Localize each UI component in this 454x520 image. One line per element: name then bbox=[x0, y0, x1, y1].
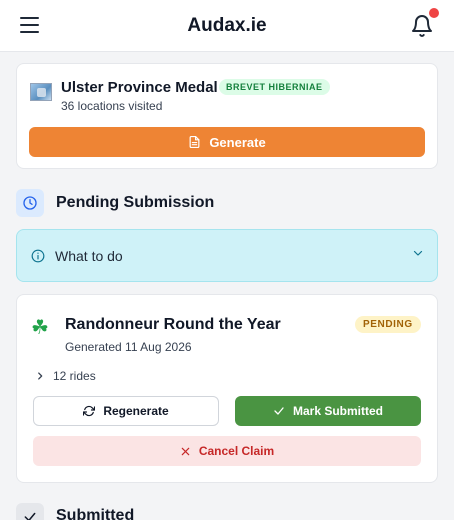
mark-submitted-button[interactable]: Mark Submitted bbox=[235, 396, 421, 426]
claim-title: Randonneur Round the Year bbox=[65, 316, 281, 333]
medal-card: Ulster Province Medal BREVET HIBERNIAE 3… bbox=[16, 63, 438, 169]
refresh-icon bbox=[83, 405, 96, 417]
x-icon bbox=[181, 447, 190, 455]
cancel-claim-button[interactable]: Cancel Claim bbox=[33, 436, 421, 466]
notification-dot bbox=[429, 8, 439, 18]
check-icon bbox=[274, 407, 284, 415]
what-to-do-toggle[interactable]: What to do bbox=[16, 229, 438, 282]
generate-button[interactable]: Generate bbox=[29, 127, 425, 157]
info-icon bbox=[31, 249, 45, 263]
pending-section-icon bbox=[16, 189, 44, 217]
shamrock-icon: ☘ bbox=[31, 317, 49, 339]
status-badge: PENDING bbox=[355, 316, 421, 333]
document-icon bbox=[189, 135, 200, 149]
ulster-flag-icon bbox=[30, 83, 52, 101]
chevron-right-icon bbox=[38, 372, 43, 380]
clock-icon bbox=[23, 196, 37, 210]
what-to-do-label: What to do bbox=[55, 248, 123, 264]
submitted-section-icon bbox=[16, 503, 44, 520]
regenerate-button[interactable]: Regenerate bbox=[33, 396, 219, 426]
chevron-down-icon bbox=[413, 250, 423, 256]
mark-submitted-label: Mark Submitted bbox=[292, 404, 383, 418]
claim-card: ☘ Randonneur Round the Year PENDING Gene… bbox=[16, 294, 438, 483]
brevet-badge: BREVET HIBERNIAE bbox=[219, 79, 330, 95]
pending-section-title: Pending Submission bbox=[56, 194, 215, 211]
rides-toggle[interactable]: 12 rides bbox=[35, 369, 96, 383]
bell-icon[interactable] bbox=[410, 14, 434, 38]
regenerate-label: Regenerate bbox=[103, 404, 169, 418]
rides-count: 12 rides bbox=[53, 369, 96, 383]
medal-title: Ulster Province Medal bbox=[61, 79, 218, 96]
check-icon bbox=[24, 512, 36, 520]
cancel-claim-label: Cancel Claim bbox=[198, 444, 275, 458]
generated-date: Generated 11 Aug 2026 bbox=[65, 340, 192, 354]
generate-label: Generate bbox=[209, 134, 266, 150]
app-title: Audax.ie bbox=[187, 15, 267, 36]
submitted-section-title: Submitted bbox=[56, 507, 135, 520]
top-bar: Audax.ie bbox=[0, 0, 454, 52]
medal-subtitle: 36 locations visited bbox=[61, 99, 163, 113]
